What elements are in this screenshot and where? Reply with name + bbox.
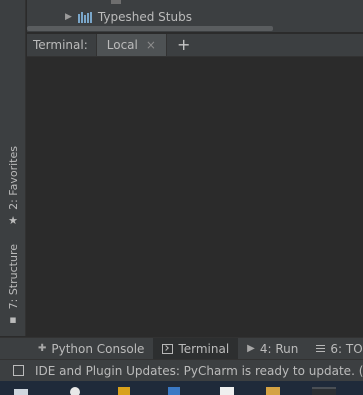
horizontal-scrollbar[interactable] — [27, 26, 273, 31]
status-toggle-icon[interactable] — [13, 365, 24, 376]
structure-tool-button[interactable]: 7: Structure ▪ — [0, 244, 26, 326]
terminal-body[interactable] — [27, 58, 363, 336]
windows-start-icon[interactable] — [14, 389, 28, 395]
todo-tab-label: 6: TODO — [330, 341, 363, 356]
left-tool-stripe: 2: Favorites ★ 7: Structure ▪ — [0, 0, 26, 336]
run-icon: ▶ — [247, 343, 255, 354]
library-icon — [77, 11, 92, 23]
tree-item-label: Typeshed Stubs — [97, 10, 192, 24]
run-tab-label: 4: Run — [259, 341, 299, 356]
status-bar: IDE and Plugin Updates: PyCharm is ready… — [0, 359, 363, 381]
structure-label: 7: Structure — [6, 244, 20, 310]
tab-local-label: Local — [106, 38, 138, 52]
favorites-label: 2: Favorites — [6, 146, 20, 210]
taskbar-app-icon[interactable] — [220, 387, 234, 395]
tree-item-typeshed-stubs[interactable]: ▶ Typeshed Stubs — [65, 9, 192, 25]
python-icon: ✚ — [38, 343, 47, 354]
taskbar-folder-icon[interactable] — [266, 387, 280, 395]
tree-row-cut-off — [111, 0, 361, 4]
python-console-tab[interactable]: ✚ Python Console — [0, 338, 153, 360]
terminal-tab[interactable]: Terminal — [153, 337, 239, 360]
todo-icon — [316, 345, 326, 352]
terminal-tab-label: Terminal — [178, 341, 230, 356]
taskbar-app-icon[interactable] — [168, 387, 180, 395]
new-session-button[interactable]: + — [177, 37, 190, 53]
expand-arrow-icon[interactable]: ▶ — [65, 12, 72, 22]
structure-icon: ▪ — [9, 313, 17, 327]
python-console-label: Python Console — [51, 341, 145, 356]
taskbar-app-icon[interactable] — [312, 387, 336, 395]
bottom-tool-bar: ✚ Python Console Terminal ▶ 4: Run 6: TO… — [0, 337, 363, 360]
run-tab[interactable]: ▶ 4: Run — [238, 338, 307, 360]
star-icon: ★ — [8, 213, 18, 227]
terminal-title: Terminal: — [33, 38, 88, 52]
os-taskbar — [0, 381, 363, 395]
tab-local[interactable]: Local × — [95, 34, 167, 56]
taskbar-app-icon[interactable] — [70, 387, 80, 395]
terminal-icon — [162, 343, 174, 354]
taskbar-app-icon[interactable] — [118, 387, 130, 395]
todo-tab[interactable]: 6: TODO — [307, 338, 363, 360]
status-message[interactable]: IDE and Plugin Updates: PyCharm is ready… — [35, 364, 363, 378]
terminal-header: Terminal: Local × + — [27, 34, 363, 57]
favorites-tool-button[interactable]: 2: Favorites ★ — [0, 146, 26, 227]
folder-icon — [111, 0, 121, 4]
close-icon[interactable]: × — [146, 38, 156, 52]
